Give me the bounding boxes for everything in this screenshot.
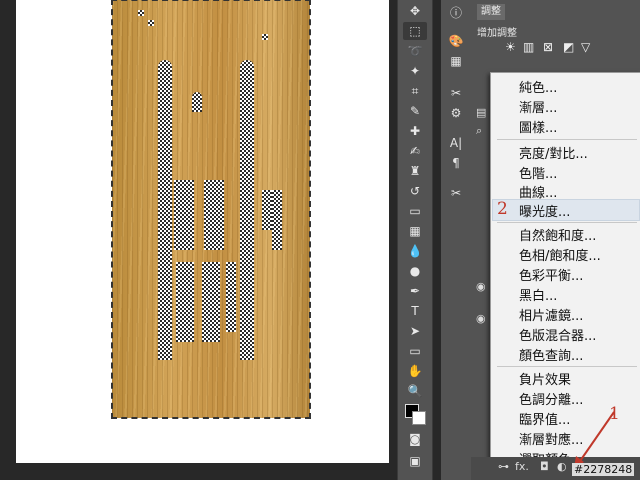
transparent-area: [176, 262, 194, 342]
character-icon[interactable]: A|: [445, 134, 467, 152]
tools-panel: ✥ ⬚ ➰ ✦ ⌗ ✎ ✚ ✍ ♜ ↺ ▭ ▦ 💧 ● ✒ T ➤ ▭ ✋ 🔍 …: [397, 0, 433, 480]
quick-mask-icon[interactable]: ◙: [403, 430, 427, 448]
mask-icon[interactable]: ◘: [540, 460, 549, 473]
path-selection-tool-icon[interactable]: ➤: [403, 322, 427, 340]
type-tool-icon[interactable]: T: [403, 302, 427, 320]
pen-tool-icon[interactable]: ✒: [403, 282, 427, 300]
curves-icon[interactable]: ⊠: [543, 40, 553, 54]
transparent-area: [262, 34, 268, 40]
transparent-area: [240, 60, 254, 360]
menu-item-threshold[interactable]: 臨界值...: [519, 409, 570, 428]
menu-separator: [497, 222, 637, 223]
menu-item-vibrance[interactable]: 自然飽和度...: [519, 225, 596, 244]
blur-tool-icon[interactable]: 💧: [403, 242, 427, 260]
menu-item-posterize[interactable]: 色調分離...: [519, 389, 583, 408]
transparent-area: [272, 190, 282, 250]
color-swatches-icon[interactable]: [403, 402, 427, 426]
search-icon[interactable]: ⌕: [476, 124, 482, 138]
paragraph-icon[interactable]: ¶: [445, 154, 467, 172]
transparent-area: [226, 262, 236, 332]
menu-item-color-lookup[interactable]: 顏色查詢...: [519, 345, 583, 364]
transparent-area: [202, 262, 220, 342]
shape-tool-icon[interactable]: ▭: [403, 342, 427, 360]
clone-stamp-tool-icon[interactable]: ♜: [403, 162, 427, 180]
screen-mode-icon[interactable]: ▣: [403, 452, 427, 470]
menu-item-brightness-contrast[interactable]: 亮度/對比...: [519, 143, 588, 162]
sun-icon[interactable]: ☀: [505, 40, 516, 54]
document-canvas[interactable]: [16, 0, 389, 463]
transparent-area: [158, 60, 172, 360]
transparent-area: [138, 10, 144, 16]
menu-item-channel-mixer[interactable]: 色版混合器...: [519, 325, 596, 344]
image-id-watermark: #2278248: [572, 463, 635, 476]
magic-wand-tool-icon[interactable]: ✦: [403, 62, 427, 80]
arrow-annotation: [574, 411, 615, 468]
menu-item-curves[interactable]: 曲線...: [519, 182, 557, 201]
panel-tab-adjustments[interactable]: 調整: [477, 4, 505, 20]
wood-image-layer[interactable]: [111, 0, 311, 419]
exposure-icon[interactable]: ◩: [563, 40, 574, 54]
menu-item-levels[interactable]: 色階...: [519, 163, 557, 182]
transparent-area: [192, 92, 202, 112]
marquee-tool-icon[interactable]: ⬚: [403, 22, 427, 40]
transparent-area: [204, 180, 224, 250]
menu-item-photo-filter[interactable]: 相片濾鏡...: [519, 305, 583, 324]
tool-presets-icon[interactable]: ✂: [445, 184, 467, 202]
lasso-tool-icon[interactable]: ➰: [403, 42, 427, 60]
menu-separator: [497, 366, 637, 367]
menu-item-color-balance[interactable]: 色彩平衡...: [519, 265, 583, 284]
healing-brush-tool-icon[interactable]: ✚: [403, 122, 427, 140]
eyedropper-tool-icon[interactable]: ✎: [403, 102, 427, 120]
dodge-tool-icon[interactable]: ●: [403, 262, 427, 280]
move-tool-icon[interactable]: ✥: [403, 2, 427, 20]
layers-tab-icon[interactable]: ▤: [476, 106, 486, 119]
collapsed-panels-bar: ⓘ 🎨 ▦ ✂ ⚙ A| ¶ ✂: [441, 0, 472, 480]
transparent-area: [174, 180, 194, 250]
step-number-2: 2: [497, 199, 508, 219]
brightness-icon[interactable]: ▥: [523, 40, 534, 54]
clone-source-icon[interactable]: ⚙: [445, 104, 467, 122]
brush-tool-icon[interactable]: ✍: [403, 142, 427, 160]
menu-separator: [497, 139, 637, 140]
info-icon[interactable]: ⓘ: [445, 4, 467, 22]
menu-item-black-white[interactable]: 黑白...: [519, 285, 557, 304]
color-palette-icon[interactable]: 🎨: [445, 32, 467, 50]
menu-item-pattern[interactable]: 圖樣...: [519, 117, 557, 136]
zoom-tool-icon[interactable]: 🔍: [403, 382, 427, 400]
menu-item-exposure[interactable]: 曝光度...: [519, 201, 570, 220]
panel-subtitle: 增加調整: [477, 28, 517, 39]
gradient-tool-icon[interactable]: ▦: [403, 222, 427, 240]
adjustment-layer-icon[interactable]: ◐: [557, 460, 567, 473]
crop-tool-icon[interactable]: ⌗: [403, 82, 427, 100]
swatches-icon[interactable]: ▦: [445, 52, 467, 70]
triangle-icon[interactable]: ▽: [581, 40, 590, 54]
eraser-tool-icon[interactable]: ▭: [403, 202, 427, 220]
fx-icon[interactable]: fx.: [515, 460, 529, 473]
menu-item-gradient[interactable]: 漸層...: [519, 97, 557, 116]
canvas-area[interactable]: [0, 0, 397, 480]
menu-item-hue-saturation[interactable]: 色相/飽和度...: [519, 245, 601, 264]
brush-presets-icon[interactable]: ✂: [445, 84, 467, 102]
transparent-area: [148, 20, 154, 26]
eye-icon[interactable]: ◉: [476, 280, 486, 293]
link-icon[interactable]: ⊶: [498, 460, 509, 473]
history-brush-tool-icon[interactable]: ↺: [403, 182, 427, 200]
eye-icon[interactable]: ◉: [476, 312, 486, 325]
menu-item-invert[interactable]: 負片效果: [519, 369, 571, 388]
hand-tool-icon[interactable]: ✋: [403, 362, 427, 380]
menu-item-solid-color[interactable]: 純色...: [519, 77, 557, 96]
